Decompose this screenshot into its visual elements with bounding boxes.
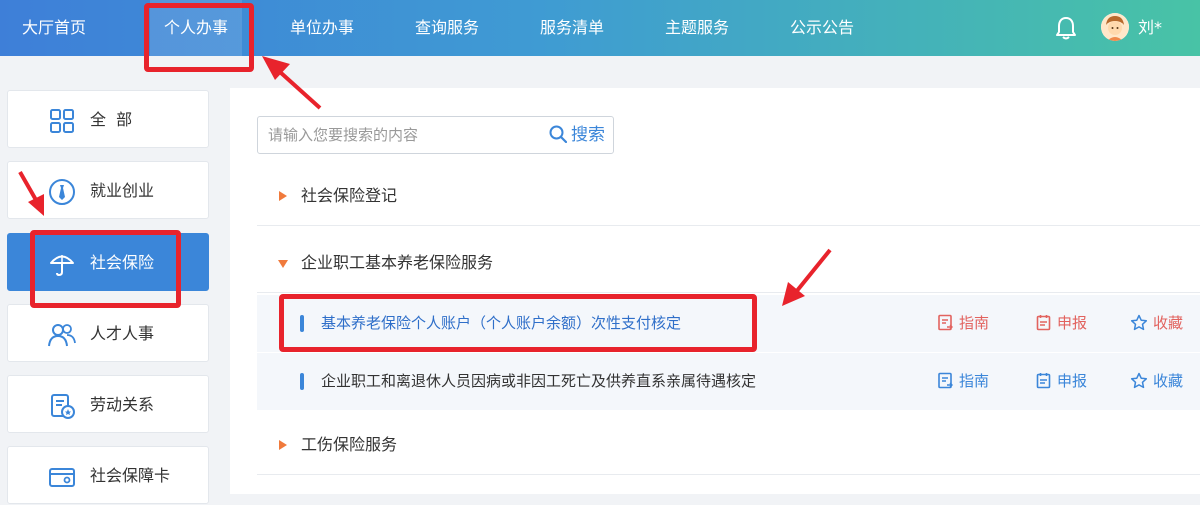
guide-label: 指南 bbox=[959, 372, 990, 390]
sidebar-item-label: 社会保障卡 bbox=[90, 466, 171, 485]
service-link[interactable]: 企业职工和离退休人员因病或非因工死亡及供养直系亲属待遇核定 bbox=[321, 353, 756, 410]
star-icon bbox=[1130, 314, 1148, 331]
user-avatar-icon bbox=[1101, 13, 1129, 41]
guide-button[interactable]: 指南 bbox=[937, 353, 989, 410]
search-box: 搜索 bbox=[257, 116, 614, 154]
apply-label: 申报 bbox=[1057, 314, 1088, 332]
people-icon bbox=[48, 324, 76, 347]
apply-button[interactable]: 申报 bbox=[1035, 353, 1087, 410]
guide-icon bbox=[938, 314, 953, 331]
section-label: 社会保险登记 bbox=[301, 186, 398, 205]
section-work-injury-insurance[interactable]: 工伤保险服务 bbox=[257, 415, 1200, 475]
nav-item-public-notice[interactable]: 公示公告 bbox=[790, 0, 854, 56]
sidebar-item-social-security-card[interactable]: 社会保障卡 bbox=[7, 446, 209, 504]
favorite-label: 收藏 bbox=[1153, 372, 1184, 390]
star-icon bbox=[1130, 372, 1148, 389]
card-icon bbox=[49, 468, 75, 487]
apply-button[interactable]: 申报 bbox=[1035, 295, 1087, 352]
nav-item-theme-service[interactable]: 主题服务 bbox=[665, 0, 729, 56]
favorite-button[interactable]: 收藏 bbox=[1130, 353, 1183, 410]
expand-arrow-icon bbox=[279, 191, 287, 201]
sidebar-item-label: 全 部 bbox=[90, 110, 133, 129]
bell-icon[interactable] bbox=[1055, 16, 1077, 40]
sidebar-item-employment[interactable]: 就业创业 bbox=[7, 161, 209, 219]
apply-label: 申报 bbox=[1057, 372, 1088, 390]
guide-label: 指南 bbox=[959, 314, 990, 332]
favorite-label: 收藏 bbox=[1153, 314, 1184, 332]
expand-arrow-icon bbox=[279, 440, 287, 450]
section-label: 工伤保险服务 bbox=[301, 435, 398, 454]
tie-icon bbox=[49, 179, 75, 205]
grid-icon bbox=[50, 109, 74, 133]
apply-icon bbox=[1036, 315, 1051, 331]
annotation-highlight-box bbox=[279, 294, 757, 352]
service-row: 企业职工和离退休人员因病或非因工死亡及供养直系亲属待遇核定 指南 申报 收藏 bbox=[257, 353, 1200, 410]
section-social-insurance-registration[interactable]: 社会保险登记 bbox=[257, 166, 1200, 226]
avatar[interactable] bbox=[1101, 13, 1129, 41]
sidebar-item-labor-relations[interactable]: 劳动关系 bbox=[7, 375, 209, 433]
sidebar-item-all[interactable]: 全 部 bbox=[7, 90, 209, 148]
sidebar-item-label: 人才人事 bbox=[90, 324, 155, 343]
nav-item-hall-home[interactable]: 大厅首页 bbox=[22, 0, 86, 56]
section-label: 企业职工基本养老保险服务 bbox=[301, 253, 494, 272]
sidebar-item-talent-personnel[interactable]: 人才人事 bbox=[7, 304, 209, 362]
guide-button[interactable]: 指南 bbox=[937, 295, 989, 352]
row-marker bbox=[300, 373, 304, 390]
apply-icon bbox=[1036, 373, 1051, 389]
nav-item-unit-affairs[interactable]: 单位办事 bbox=[290, 0, 354, 56]
nav-item-service-list[interactable]: 服务清单 bbox=[540, 0, 604, 56]
search-input[interactable] bbox=[258, 117, 548, 153]
collapse-arrow-icon bbox=[278, 260, 288, 268]
annotation-highlight-box bbox=[144, 3, 254, 72]
sidebar-item-label: 就业创业 bbox=[90, 181, 155, 200]
annotation-highlight-box bbox=[30, 230, 181, 308]
favorite-button[interactable]: 收藏 bbox=[1130, 295, 1183, 352]
search-icon bbox=[549, 125, 568, 144]
search-button[interactable]: 搜索 bbox=[549, 117, 605, 153]
search-button-label: 搜索 bbox=[571, 125, 605, 145]
nav-item-query-service[interactable]: 查询服务 bbox=[415, 0, 479, 56]
section-basic-pension-service[interactable]: 企业职工基本养老保险服务 bbox=[257, 233, 1200, 293]
sidebar-item-label: 劳动关系 bbox=[90, 395, 155, 414]
guide-icon bbox=[938, 372, 953, 389]
user-name[interactable]: 刘* bbox=[1138, 0, 1162, 56]
document-badge-icon bbox=[51, 394, 75, 419]
